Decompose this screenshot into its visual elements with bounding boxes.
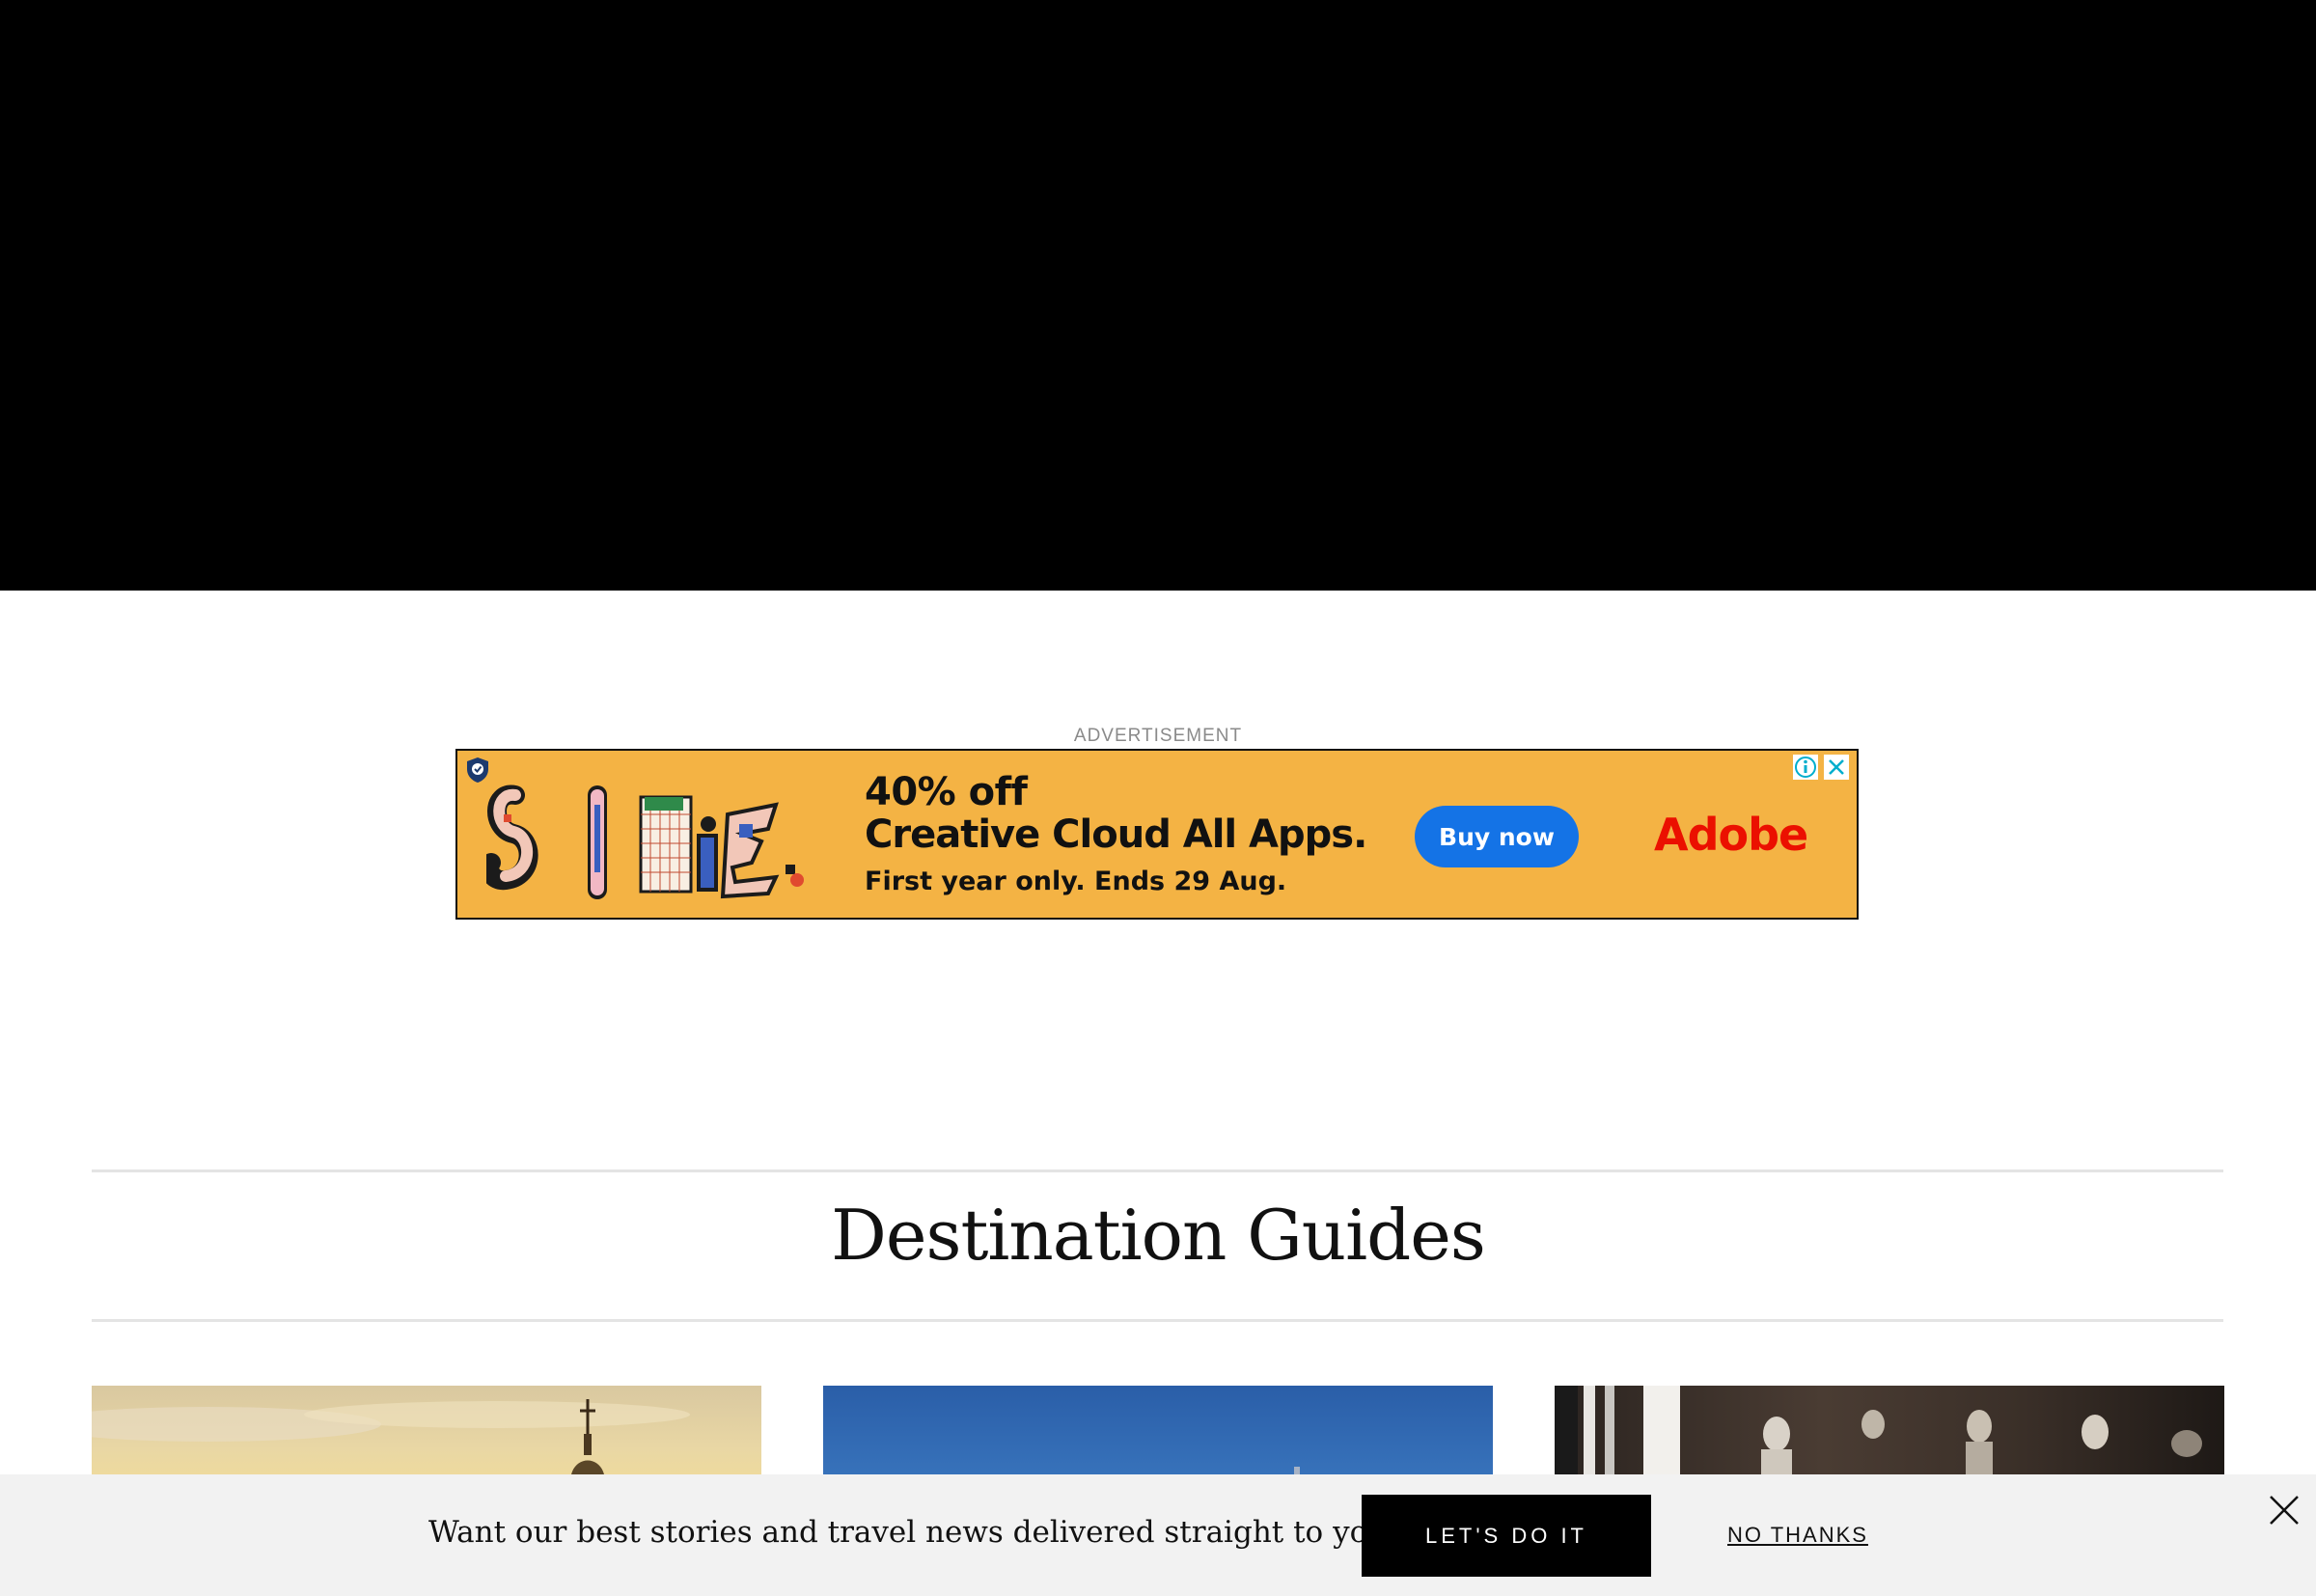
section-divider-top: [92, 1169, 2223, 1172]
info-icon[interactable]: [1793, 755, 1818, 780]
ad-close-icon[interactable]: [1824, 755, 1849, 780]
advertisement-banner[interactable]: 40% off Creative Cloud All Apps. First y…: [455, 749, 1859, 920]
ad-headline: 40% off: [865, 770, 1028, 814]
hero-banner: [0, 0, 2316, 591]
newsletter-bar: Want our best stories and travel news de…: [0, 1474, 2316, 1596]
newsletter-prompt: Want our best stories and travel news de…: [428, 1515, 1403, 1550]
ad-brand-logo: Adobe: [1654, 809, 1808, 861]
newsletter-accept-button[interactable]: LET'S DO IT: [1362, 1495, 1651, 1577]
advertisement-label: ADVERTISEMENT: [1073, 726, 1243, 746]
section-divider-bottom: [92, 1319, 2223, 1322]
ad-illustration: [486, 784, 804, 899]
newsletter-decline-link[interactable]: NO THANKS: [1727, 1523, 1868, 1548]
ad-product: Creative Cloud All Apps.: [865, 812, 1367, 857]
close-icon[interactable]: [2268, 1494, 2301, 1527]
ad-buy-now-button[interactable]: Buy now: [1415, 806, 1579, 867]
section-title: Destination Guides: [831, 1195, 1486, 1276]
ad-offer: First year only. Ends 29 Aug.: [865, 867, 1287, 896]
